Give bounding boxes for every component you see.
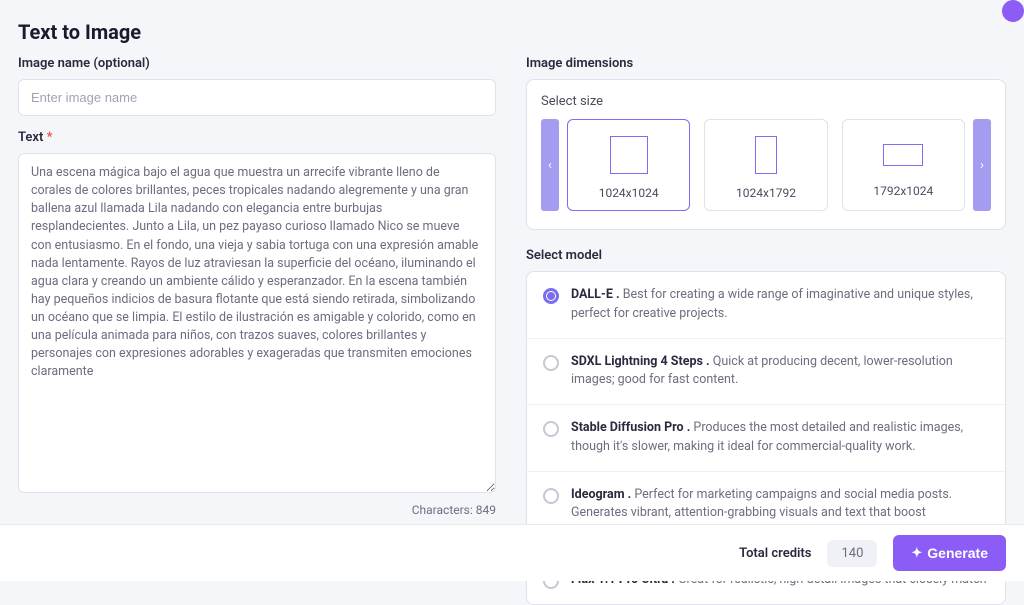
dimensions-heading: Image dimensions — [526, 56, 1006, 71]
radio-icon — [543, 488, 559, 504]
text-label: Text * — [18, 130, 496, 145]
size-shape-landscape-icon — [883, 144, 923, 166]
select-size-label: Select size — [541, 94, 991, 109]
size-option-1792x1024[interactable]: 1792x1024 — [842, 119, 965, 211]
size-shape-square-icon — [610, 136, 648, 174]
model-item-sdxl[interactable]: SDXL Lightning 4 Steps . Quick at produc… — [527, 339, 1005, 406]
size-option-1024x1792[interactable]: 1024x1792 — [704, 119, 827, 211]
credits-label: Total credits — [739, 546, 811, 561]
size-prev-button[interactable]: ‹ — [541, 119, 559, 211]
generate-button[interactable]: ✦ Generate — [893, 535, 1006, 571]
image-name-label: Image name (optional) — [18, 56, 496, 71]
credits-value: 140 — [827, 540, 877, 567]
select-model-heading: Select model — [526, 248, 1006, 263]
avatar[interactable] — [1002, 0, 1024, 22]
size-shape-portrait-icon — [755, 136, 777, 174]
size-option-1024x1024[interactable]: 1024x1024 — [567, 119, 690, 211]
radio-icon — [543, 421, 559, 437]
size-next-button[interactable]: › — [973, 119, 991, 211]
sparkle-icon: ✦ — [911, 545, 922, 561]
footer: Total credits 140 ✦ Generate — [0, 524, 1024, 581]
dimensions-panel: Select size ‹ 1024x1024 1024x1792 1792x1… — [526, 79, 1006, 230]
image-name-input[interactable] — [18, 79, 496, 116]
radio-icon — [543, 355, 559, 371]
model-item-stablediffusion[interactable]: Stable Diffusion Pro . Produces the most… — [527, 405, 1005, 472]
model-item-dalle[interactable]: DALL-E . Best for creating a wide range … — [527, 272, 1005, 339]
char-count: Characters: 849 — [18, 503, 496, 517]
radio-icon — [543, 288, 559, 304]
prompt-textarea[interactable]: Una escena mágica bajo el agua que muest… — [18, 153, 496, 493]
page-title: Text to Image — [0, 0, 1024, 56]
